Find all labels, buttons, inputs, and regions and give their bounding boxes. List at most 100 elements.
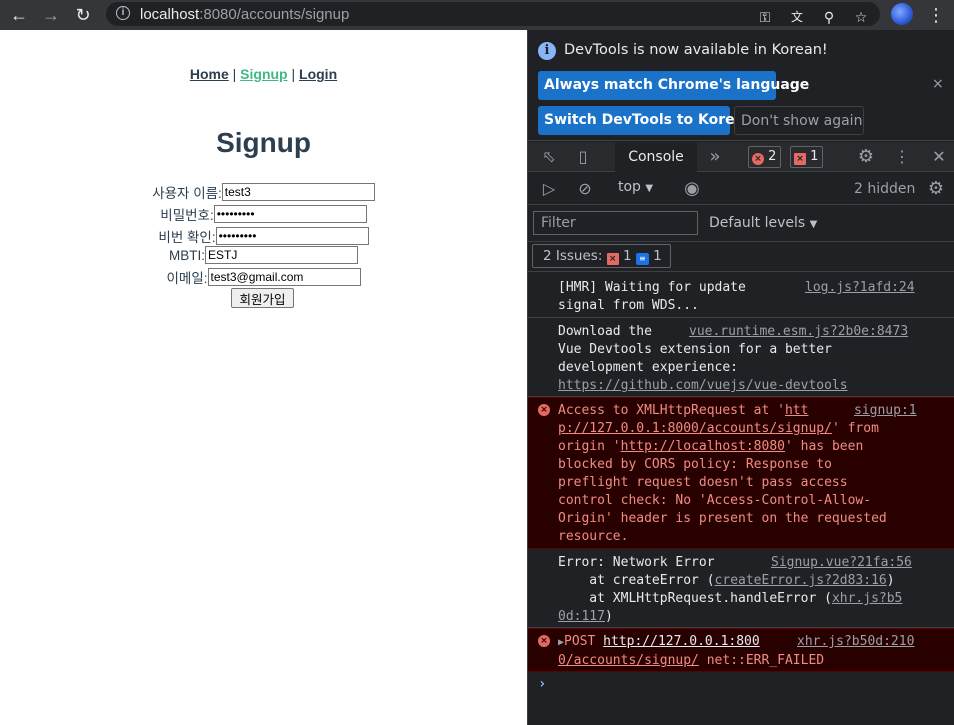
- signup-submit-button[interactable]: 회원가입: [231, 288, 294, 308]
- key-icon[interactable]: ⚿: [754, 6, 776, 28]
- devtools-tabbar: ⬁ ▯ Console » × 2 × 1 ⚙ ⋮ ✕: [528, 142, 954, 172]
- error-count-badge[interactable]: × 2: [748, 146, 782, 168]
- match-language-button[interactable]: Always match Chrome's language: [538, 71, 809, 100]
- username-input[interactable]: [221, 183, 375, 201]
- banner-message: DevTools is now available in Korean!: [564, 42, 828, 58]
- source-link[interactable]: xhr.js?b50d:210: [797, 633, 914, 651]
- hidden-messages-count[interactable]: 2 hidden: [854, 181, 915, 197]
- profile-avatar[interactable]: [891, 3, 913, 25]
- stack-link[interactable]: 0d:117: [558, 609, 605, 624]
- email-label: 이메일:: [166, 271, 208, 286]
- clear-console-icon[interactable]: ⊘: [574, 173, 596, 205]
- error-icon: ×: [752, 153, 764, 165]
- password-confirm-label: 비번 확인:: [158, 230, 216, 245]
- dont-show-again-button[interactable]: Don't show again: [734, 106, 864, 135]
- source-link[interactable]: Signup.vue?21fa:56: [771, 554, 912, 572]
- request-url-link[interactable]: p://127.0.0.1:8000/accounts/signup/: [558, 421, 832, 436]
- password-input[interactable]: [213, 205, 367, 223]
- message-text: ▶POST http://127.0.0.1:800 0/accounts/si…: [558, 634, 825, 668]
- device-toolbar-icon[interactable]: ▯: [572, 142, 594, 172]
- tab-console[interactable]: Console: [615, 142, 697, 172]
- source-link[interactable]: log.js?1afd:24: [805, 279, 915, 297]
- username-label: 사용자 이름:: [152, 186, 222, 201]
- username-row: 사용자 이름:: [0, 182, 527, 202]
- address-bar[interactable]: i localhost:8080/accounts/signup ⚿ 文 ⚲ ☆: [106, 2, 880, 26]
- web-page: Home | Signup | Login Signup 사용자 이름: 비밀번…: [0, 30, 527, 725]
- issues-bar: 2 Issues: × 1 ≡ 1: [528, 242, 954, 272]
- source-link[interactable]: signup:1: [854, 402, 917, 420]
- issue-count: 1: [810, 149, 819, 164]
- message-text: [HMR] Waiting for update signal from WDS…: [558, 280, 746, 313]
- console-settings-gear-icon[interactable]: ⚙: [925, 173, 947, 205]
- stack-frame: at createError (createError.js?2d83:16): [558, 573, 895, 588]
- url-text[interactable]: localhost:8080/accounts/signup: [140, 6, 349, 23]
- console-toolbar: ▷ ⊘ top ▼ ◉ 2 hidden ⚙: [528, 173, 954, 205]
- request-url-link[interactable]: 0/accounts/signup/: [558, 653, 699, 668]
- nav-signup-link[interactable]: Signup: [240, 66, 287, 82]
- filter-bar: Default levels ▼: [528, 206, 954, 242]
- translate-icon[interactable]: 文: [786, 6, 808, 28]
- settings-gear-icon[interactable]: ⚙: [855, 142, 877, 172]
- info-icon: i: [538, 42, 556, 60]
- context-selector[interactable]: top ▼: [618, 179, 653, 195]
- close-devtools-icon[interactable]: ✕: [928, 142, 950, 172]
- console-message: Download the vue.runtime.esm.js?2b0e:847…: [528, 318, 954, 397]
- filter-input[interactable]: [533, 211, 698, 235]
- stack-link[interactable]: createError.js?2d83:16: [715, 573, 887, 588]
- issue-error-icon: ×: [794, 153, 806, 165]
- chevron-down-icon: ▼: [809, 219, 818, 230]
- issues-button[interactable]: 2 Issues: × 1 ≡ 1: [532, 244, 671, 268]
- mbti-row: MBTI:: [0, 246, 527, 266]
- origin-link[interactable]: http://localhost:8080: [621, 439, 785, 454]
- log-levels-dropdown[interactable]: Default levels ▼: [709, 215, 817, 231]
- console-prompt[interactable]: ›: [538, 675, 546, 693]
- mbti-label: MBTI:: [169, 247, 205, 263]
- eye-icon[interactable]: ◉: [680, 173, 704, 205]
- zoom-icon[interactable]: ⚲: [818, 6, 840, 28]
- switch-korean-button[interactable]: Switch DevTools to Korean: [538, 106, 754, 135]
- source-link[interactable]: vue.runtime.esm.js?2b0e:8473: [689, 323, 908, 341]
- stack-link[interactable]: xhr.js?b5: [832, 591, 902, 606]
- mbti-input[interactable]: [205, 246, 358, 264]
- nav-separator: |: [232, 66, 237, 82]
- nav-home-link[interactable]: Home: [190, 66, 229, 82]
- password-confirm-row: 비번 확인:: [0, 226, 527, 246]
- bookmark-star-icon[interactable]: ☆: [850, 6, 872, 28]
- password-confirm-input[interactable]: [215, 227, 369, 245]
- menu-kebab-icon[interactable]: ⋮: [924, 3, 948, 27]
- password-row: 비밀번호:: [0, 204, 527, 224]
- inspect-element-icon[interactable]: ⬁: [538, 142, 560, 172]
- more-tabs-icon[interactable]: »: [704, 142, 726, 172]
- error-icon: ×: [538, 635, 550, 647]
- devtools-menu-icon[interactable]: ⋮: [891, 142, 913, 172]
- reload-icon[interactable]: ↻: [71, 3, 95, 27]
- error-count: 2: [768, 149, 777, 164]
- issue-count-badge[interactable]: × 1: [790, 146, 824, 168]
- forward-icon[interactable]: →: [39, 3, 63, 27]
- page-nav: Home | Signup | Login: [0, 66, 527, 82]
- stack-frame: at XMLHttpRequest.handleError (xhr.js?b5…: [558, 591, 903, 624]
- message-text: Error: Network Error: [558, 555, 715, 570]
- sidebar-toggle-icon[interactable]: ▷: [538, 173, 560, 205]
- nav-login-link[interactable]: Login: [299, 66, 337, 82]
- issue-error-count: 1: [622, 248, 632, 264]
- console-message: Error: Network Error Signup.vue?21fa:56 …: [528, 549, 954, 628]
- site-info-icon[interactable]: i: [116, 6, 130, 20]
- email-row: 이메일:: [0, 267, 527, 287]
- console-message: [HMR] Waiting for update signal from WDS…: [528, 273, 954, 318]
- vue-devtools-link[interactable]: https://github.com/vuejs/vue-devtools: [558, 377, 848, 395]
- issues-label: 2 Issues:: [543, 248, 603, 264]
- back-icon[interactable]: ←: [7, 3, 31, 27]
- request-url-link[interactable]: http://127.0.0.1:800: [603, 634, 760, 649]
- password-label: 비밀번호:: [160, 208, 214, 223]
- email-input[interactable]: [207, 268, 361, 286]
- nav-separator: |: [291, 66, 296, 82]
- console-error-message: × ▶POST http://127.0.0.1:800 0/accounts/…: [528, 628, 954, 672]
- message-text: Vue Devtools extension for a better deve…: [558, 342, 832, 375]
- request-url-link[interactable]: htt: [785, 403, 808, 418]
- close-icon[interactable]: ×: [932, 76, 944, 92]
- console-error-message: × Access to XMLHttpRequest at 'htt p://1…: [528, 397, 954, 549]
- issue-info-count: 1: [653, 248, 662, 264]
- language-banner: i DevTools is now available in Korean! ×…: [528, 30, 954, 141]
- error-icon: ×: [538, 404, 550, 416]
